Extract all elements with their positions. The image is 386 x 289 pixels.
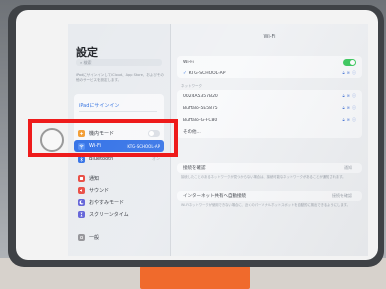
wifi-signal-icon: ≋ (346, 117, 350, 122)
search-input[interactable]: ⌕ 検索 (76, 59, 162, 66)
sidebar-item-screen-time[interactable]: スクリーンタイム (74, 208, 164, 220)
tablet-stand (140, 266, 250, 289)
auto-join-hotspot-value: 接続を確認 (332, 193, 352, 198)
wifi-signal-icon: ≋ (346, 105, 350, 110)
gear-icon (78, 233, 85, 241)
sidebar-item-label: おやすみモード (89, 199, 125, 206)
wifi-signal-icon: ≋ (346, 93, 350, 98)
network-row[interactable]: Buffalo-G-FC80 🔒︎ ≋ ⓘ (183, 115, 356, 125)
network-status-icons: 🔒︎ ≋ ⓘ (343, 70, 357, 76)
wifi-label: Wi-Fi (183, 59, 194, 65)
sidebar-item-label: スクリーンタイム (89, 211, 129, 218)
lock-icon: 🔒︎ (342, 93, 345, 98)
ask-to-join-description: 接続したことのあるネットワークが見つからない場合は、接続可能なネットワークがある… (181, 175, 346, 179)
lock-icon: 🔒︎ (342, 117, 345, 122)
networks-section-header: ネットワーク (181, 84, 202, 88)
lock-icon: 🔒︎ (342, 70, 345, 75)
network-row-other[interactable]: その他... (183, 127, 356, 137)
speaker-icon (78, 186, 85, 194)
moon-icon (78, 198, 85, 206)
sidebar-item-label: サウンド (89, 187, 110, 194)
wifi-toggle[interactable] (343, 58, 356, 66)
connected-network-name: KTG-SCHOOL-AP (188, 70, 226, 76)
search-placeholder: 検索 (83, 60, 92, 65)
detail-title: Wi-Fi (263, 34, 276, 40)
network-row[interactable]: Buffalo-5E5875 🔒︎ ≋ ⓘ (183, 103, 356, 113)
info-icon[interactable]: ⓘ (352, 105, 356, 111)
ask-to-join-value: 通知 (344, 165, 352, 170)
hourglass-icon (78, 210, 85, 218)
network-row[interactable]: 0024A5357B20 🔒︎ ≋ ⓘ (183, 91, 356, 101)
sidebar-item-label: 通知 (89, 175, 100, 182)
info-icon[interactable]: ⓘ (352, 93, 356, 99)
page-title: 設定 (76, 46, 98, 59)
apple-id-signin-link[interactable]: iPadにサインイン (79, 102, 119, 109)
wifi-detail-pane: Wi-Fi Wi-Fi ✓ KTG-SCHOOL-AP 🔒︎ ≋ ⓘ ネットワーク … (171, 24, 368, 256)
wifi-signal-icon: ≋ (346, 70, 350, 75)
sidebar-item-notifications[interactable]: 通知 (74, 172, 164, 184)
network-name: その他... (183, 130, 201, 135)
network-name: 0024A5357B20 (183, 93, 218, 99)
checkmark-icon: ✓ (183, 70, 187, 76)
sidebar-item-do-not-disturb[interactable]: おやすみモード (74, 196, 164, 208)
auto-join-hotspot-description: Wi-Fiネットワークが使用できない場合に、近くのパーソナルホットスポットを自動… (181, 203, 350, 207)
sidebar-item-sound[interactable]: サウンド (74, 184, 164, 196)
ask-to-join-row[interactable]: 接続を確認 通知 (183, 163, 356, 173)
network-status-icons: 🔒︎ ≋ ⓘ (343, 93, 357, 99)
wifi-toggle-row: Wi-Fi (183, 57, 356, 67)
lock-icon: 🔒︎ (342, 105, 345, 110)
network-name: Buffalo-G-FC80 (183, 117, 218, 123)
sidebar-item-general[interactable]: 一般 (74, 231, 164, 243)
info-icon[interactable]: ⓘ (352, 70, 356, 76)
bell-icon (78, 174, 85, 182)
ask-to-join-label: 接続を確認 (183, 166, 206, 171)
info-icon[interactable]: ⓘ (352, 117, 356, 123)
network-name: Buffalo-5E5875 (183, 105, 218, 111)
auto-join-hotspot-row[interactable]: インターネット共有へ自動接続 接続を確認 (183, 191, 356, 201)
network-status-icons: 🔒︎ ≋ ⓘ (343, 105, 357, 111)
sidebar-item-label: 一般 (89, 234, 100, 241)
connected-network-row[interactable]: ✓ KTG-SCHOOL-AP 🔒︎ ≋ ⓘ (183, 68, 356, 78)
auto-join-hotspot-label: インターネット共有へ自動接続 (183, 194, 246, 199)
signin-description: iPadにサインインしてiCloud、App Store、およびその他のサービス… (76, 73, 164, 82)
highlight-annotation-box (28, 119, 178, 157)
divider (79, 111, 157, 112)
network-status-icons: 🔒︎ ≋ ⓘ (343, 117, 357, 123)
